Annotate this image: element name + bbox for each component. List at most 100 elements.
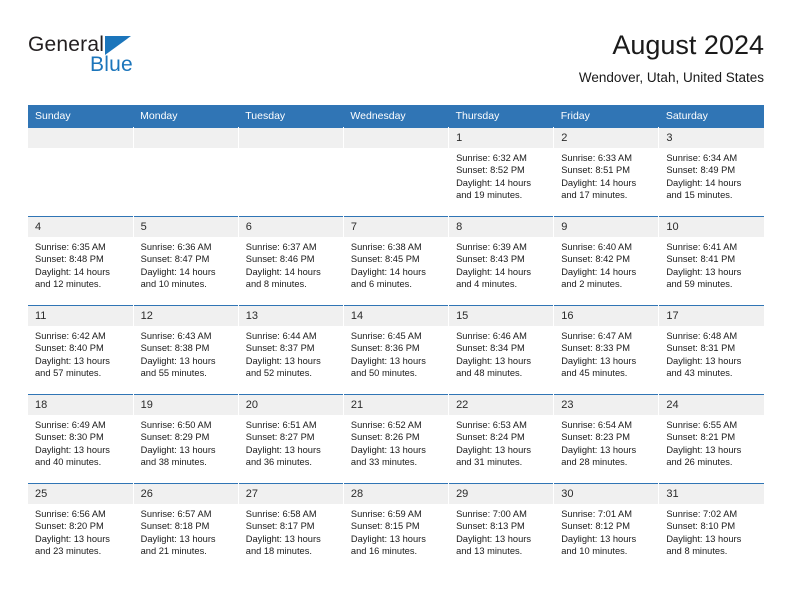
calendar-day-cell[interactable]: 11 Sunrise: 6:42 AM Sunset: 8:40 PM Dayligh… [28, 305, 134, 395]
calendar-day-cell[interactable]: 24 Sunrise: 6:55 AM Sunset: 8:21 PM Dayligh… [658, 394, 764, 484]
calendar-day-cell[interactable]: 19 Sunrise: 6:50 AM Sunset: 8:29 PM Dayligh… [133, 394, 239, 484]
day-number: 1 [449, 128, 554, 148]
day-detail: Sunrise: 6:42 AM Sunset: 8:40 PM Daylight:… [28, 326, 133, 380]
daylight-text: Daylight: 13 hours and 26 minutes. [666, 444, 742, 468]
calendar-day-cell[interactable]: 14 Sunrise: 6:45 AM Sunset: 8:36 PM Dayligh… [343, 305, 450, 395]
calendar-day-cell[interactable]: 26 Sunrise: 6:57 AM Sunset: 8:18 PM Dayligh… [133, 483, 239, 572]
daylight-text: Daylight: 13 hours and 57 minutes. [35, 355, 110, 379]
day-number: 3 [659, 128, 764, 148]
calendar-day-cell[interactable]: 31 Sunrise: 7:02 AM Sunset: 8:10 PM Dayligh… [658, 483, 764, 572]
daylight-text: Daylight: 14 hours and 6 minutes. [350, 266, 426, 290]
calendar-day-cell[interactable]: 20 Sunrise: 6:51 AM Sunset: 8:27 PM Dayligh… [238, 394, 344, 484]
calendar-day-cell[interactable]: 4 Sunrise: 6:35 AM Sunset: 8:48 PM Daylight… [28, 216, 134, 306]
calendar-day-cell[interactable]: 12 Sunrise: 6:43 AM Sunset: 8:38 PM Dayligh… [133, 305, 239, 395]
calendar-day-cell[interactable]: 8 Sunrise: 6:39 AM Sunset: 8:43 PM Daylight… [448, 216, 555, 306]
sunrise-text: Sunrise: 6:42 AM [35, 331, 106, 341]
sunset-text: Sunset: 8:49 PM [666, 165, 736, 176]
day-detail: Sunrise: 6:35 AM Sunset: 8:48 PM Daylight:… [28, 237, 133, 291]
day-detail: Sunrise: 6:41 AM Sunset: 8:41 PM Daylight:… [659, 237, 764, 291]
daylight-text: Daylight: 14 hours and 17 minutes. [561, 177, 637, 201]
sunrise-text: Sunrise: 6:50 AM [140, 420, 212, 430]
calendar-day-cell[interactable]: 1 Sunrise: 6:32 AM Sunset: 8:52 PM Daylight… [448, 127, 555, 217]
sunrise-text: Sunrise: 6:44 AM [245, 331, 317, 341]
sunrise-text: Sunrise: 6:56 AM [35, 509, 106, 519]
day-number: 27 [238, 484, 343, 504]
day-detail: Sunrise: 6:51 AM Sunset: 8:27 PM Daylight:… [239, 415, 343, 469]
sunrise-text: Sunrise: 6:54 AM [561, 420, 633, 430]
sunset-text: Sunset: 8:45 PM [350, 254, 420, 265]
calendar-day-cell[interactable]: 25 Sunrise: 6:56 AM Sunset: 8:20 PM Dayligh… [28, 483, 134, 572]
sunset-text: Sunset: 8:15 PM [350, 521, 420, 532]
calendar-day-cell[interactable]: 5 Sunrise: 6:36 AM Sunset: 8:47 PM Daylight… [133, 216, 239, 306]
calendar-day-cell[interactable]: 6 Sunrise: 6:37 AM Sunset: 8:46 PM Daylight… [238, 216, 344, 306]
sunrise-text: Sunrise: 6:45 AM [350, 331, 422, 341]
day-detail: Sunrise: 6:53 AM Sunset: 8:24 PM Daylight:… [449, 415, 553, 469]
daylight-text: Daylight: 13 hours and 50 minutes. [350, 355, 426, 379]
sunrise-text: Sunrise: 6:49 AM [35, 420, 106, 430]
sunset-text: Sunset: 8:52 PM [456, 165, 525, 176]
daylight-text: Daylight: 13 hours and 31 minutes. [456, 444, 531, 468]
calendar-day-cell[interactable]: 2 Sunrise: 6:33 AM Sunset: 8:51 PM Daylight… [553, 127, 660, 217]
calendar-day-cell[interactable]: 22 Sunrise: 6:53 AM Sunset: 8:24 PM Dayligh… [448, 394, 555, 484]
general-blue-logo[interactable]: General Blue [28, 34, 178, 82]
day-number: 2 [554, 128, 659, 148]
sunset-text: Sunset: 8:29 PM [140, 432, 210, 443]
calendar-day-cell[interactable]: 30 Sunrise: 7:01 AM Sunset: 8:12 PM Dayligh… [553, 483, 660, 572]
calendar-day-cell[interactable]: 23 Sunrise: 6:54 AM Sunset: 8:23 PM Dayligh… [553, 394, 660, 484]
weekday-header-saturday: Saturday [658, 105, 764, 128]
sunrise-text: Sunrise: 6:59 AM [350, 509, 422, 519]
day-detail: Sunrise: 6:32 AM Sunset: 8:52 PM Daylight:… [449, 148, 553, 202]
daylight-text: Daylight: 13 hours and 16 minutes. [350, 533, 426, 557]
sunrise-text: Sunrise: 6:35 AM [35, 242, 106, 252]
sunset-text: Sunset: 8:51 PM [561, 165, 630, 176]
calendar-body: 1 Sunrise: 6:32 AM Sunset: 8:52 PM Daylight… [28, 127, 764, 572]
daylight-text: Daylight: 13 hours and 23 minutes. [35, 533, 110, 557]
day-number: 9 [554, 217, 659, 237]
calendar-day-cell[interactable]: 29 Sunrise: 7:00 AM Sunset: 8:13 PM Dayligh… [448, 483, 555, 572]
calendar-day-cell[interactable]: 16 Sunrise: 6:47 AM Sunset: 8:33 PM Dayligh… [553, 305, 660, 395]
calendar-day-cell[interactable]: 7 Sunrise: 6:38 AM Sunset: 8:45 PM Daylight… [343, 216, 450, 306]
sunset-text: Sunset: 8:40 PM [35, 343, 104, 354]
day-number: 18 [28, 395, 133, 415]
location-subtitle: Wendover, Utah, United States [578, 70, 764, 85]
sunset-text: Sunset: 8:48 PM [35, 254, 104, 265]
daylight-text: Daylight: 14 hours and 15 minutes. [666, 177, 742, 201]
calendar-header-row: Sunday Monday Tuesday Wednesday Thursday… [28, 105, 764, 128]
calendar-day-cell[interactable]: 21 Sunrise: 6:52 AM Sunset: 8:26 PM Dayligh… [343, 394, 450, 484]
calendar-day-cell[interactable]: 10 Sunrise: 6:41 AM Sunset: 8:41 PM Dayligh… [658, 216, 764, 306]
sunrise-text: Sunrise: 6:58 AM [245, 509, 317, 519]
calendar-day-cell-empty [343, 127, 450, 217]
calendar-day-cell-empty [133, 127, 239, 217]
calendar-week-row: 25 Sunrise: 6:56 AM Sunset: 8:20 PM Dayligh… [28, 483, 764, 572]
sunset-text: Sunset: 8:10 PM [666, 521, 736, 532]
weekday-header-thursday: Thursday [448, 105, 554, 128]
sunrise-text: Sunrise: 7:01 AM [561, 509, 633, 519]
sunset-text: Sunset: 8:34 PM [456, 343, 525, 354]
calendar-week-row: 18 Sunrise: 6:49 AM Sunset: 8:30 PM Dayligh… [28, 394, 764, 484]
sunrise-text: Sunrise: 6:36 AM [140, 242, 212, 252]
daylight-text: Daylight: 13 hours and 21 minutes. [140, 533, 216, 557]
daylight-text: Daylight: 13 hours and 13 minutes. [456, 533, 531, 557]
weekday-header-sunday: Sunday [28, 105, 134, 128]
calendar-day-cell[interactable]: 15 Sunrise: 6:46 AM Sunset: 8:34 PM Dayligh… [448, 305, 555, 395]
day-number: 22 [449, 395, 554, 415]
calendar-day-cell[interactable]: 17 Sunrise: 6:48 AM Sunset: 8:31 PM Dayligh… [658, 305, 764, 395]
calendar-day-cell[interactable]: 28 Sunrise: 6:59 AM Sunset: 8:15 PM Dayligh… [343, 483, 450, 572]
sunrise-text: Sunrise: 6:57 AM [140, 509, 212, 519]
calendar-day-cell[interactable]: 18 Sunrise: 6:49 AM Sunset: 8:30 PM Dayligh… [28, 394, 134, 484]
sunrise-text: Sunrise: 6:33 AM [561, 153, 633, 163]
daylight-text: Daylight: 14 hours and 2 minutes. [561, 266, 637, 290]
sunrise-text: Sunrise: 6:38 AM [350, 242, 422, 252]
day-number: 15 [449, 306, 554, 326]
sunset-text: Sunset: 8:38 PM [140, 343, 210, 354]
calendar-day-cell[interactable]: 9 Sunrise: 6:40 AM Sunset: 8:42 PM Daylight… [553, 216, 660, 306]
daylight-text: Daylight: 13 hours and 55 minutes. [140, 355, 216, 379]
day-detail: Sunrise: 6:33 AM Sunset: 8:51 PM Daylight:… [554, 148, 658, 202]
sunset-text: Sunset: 8:47 PM [140, 254, 210, 265]
sunset-text: Sunset: 8:31 PM [666, 343, 736, 354]
day-detail: Sunrise: 6:49 AM Sunset: 8:30 PM Daylight:… [28, 415, 133, 469]
calendar-day-cell[interactable]: 3 Sunrise: 6:34 AM Sunset: 8:49 PM Daylight… [658, 127, 764, 217]
day-detail: Sunrise: 6:40 AM Sunset: 8:42 PM Daylight:… [554, 237, 658, 291]
calendar-day-cell[interactable]: 27 Sunrise: 6:58 AM Sunset: 8:17 PM Dayligh… [238, 483, 344, 572]
calendar-day-cell[interactable]: 13 Sunrise: 6:44 AM Sunset: 8:37 PM Dayligh… [238, 305, 344, 395]
